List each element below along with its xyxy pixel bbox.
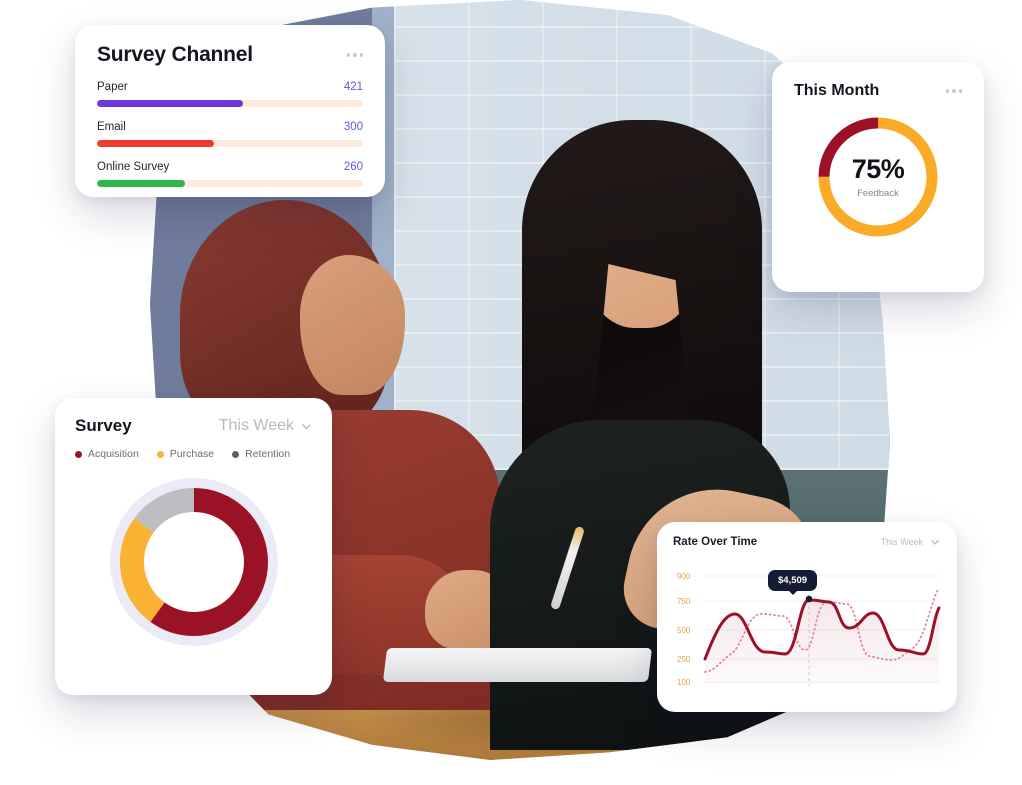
rate-period-dropdown[interactable]: This Week xyxy=(881,537,941,548)
channel-value: 260 xyxy=(343,161,363,173)
more-horizontal-icon[interactable] xyxy=(945,89,962,93)
this-month-title: This Month xyxy=(794,82,880,99)
channel-progress-fill xyxy=(97,180,185,187)
y-tick-900: 900 xyxy=(677,572,691,581)
chevron-down-icon xyxy=(930,537,941,548)
legend-dot-icon xyxy=(156,450,164,458)
laptop xyxy=(382,648,653,682)
survey-header: Survey This Week xyxy=(75,416,312,436)
rate-header: Rate Over Time This Week xyxy=(673,536,941,548)
dashboard-hero-composition: Survey Channel Paper 421 Email 300 Onlin… xyxy=(0,0,1022,785)
gauge-percent-label: 75% xyxy=(851,153,905,184)
legend-dot-icon xyxy=(75,450,82,458)
chevron-down-icon xyxy=(301,421,312,432)
channel-progress-track xyxy=(97,140,363,147)
channel-progress-track xyxy=(97,100,363,107)
channel-row-email: Email 300 xyxy=(97,121,363,147)
channel-label: Email xyxy=(97,121,126,133)
channel-label: Online Survey xyxy=(97,161,170,173)
tooltip-value: $4,509 xyxy=(778,575,808,586)
survey-period-dropdown[interactable]: This Week xyxy=(219,417,312,435)
channel-progress-fill xyxy=(97,140,215,147)
channel-progress-track xyxy=(97,180,363,187)
y-tick-100: 100 xyxy=(677,678,691,687)
legend-item-acquisition[interactable]: Acquisition xyxy=(75,448,139,460)
legend-item-retention[interactable]: Retention xyxy=(232,448,290,460)
legend-dot-icon xyxy=(232,450,240,458)
rate-line-chart: 900 750 500 250 100 $4,509 xyxy=(673,558,941,688)
gauge-sub-label: Feedback xyxy=(857,187,899,199)
legend-label: Purchase xyxy=(169,448,215,460)
survey-legend: Acquisition Purchase Retention xyxy=(75,448,312,460)
more-horizontal-icon[interactable] xyxy=(346,53,363,57)
survey-channel-title: Survey Channel xyxy=(97,43,253,66)
feedback-gauge-chart: 75% Feedback xyxy=(815,114,941,240)
y-tick-250: 250 xyxy=(677,655,691,664)
rate-title: Rate Over Time xyxy=(673,536,758,548)
survey-card: Survey This Week Acquisition Purchase Re… xyxy=(55,398,332,695)
legend-label: Acquisition xyxy=(88,448,139,460)
survey-channel-header: Survey Channel xyxy=(97,43,363,67)
survey-title: Survey xyxy=(75,416,132,435)
rate-period-label: This Week xyxy=(880,537,923,547)
value-tooltip: $4,509 xyxy=(768,570,818,591)
channel-value: 421 xyxy=(343,81,363,93)
channel-row-paper: Paper 421 xyxy=(97,81,363,107)
y-tick-750: 750 xyxy=(677,597,691,606)
highlight-point xyxy=(805,595,813,603)
y-axis-ticks: 900 750 500 250 100 xyxy=(677,572,691,687)
channel-label: Paper xyxy=(97,81,128,93)
channel-value: 300 xyxy=(343,121,363,133)
channel-progress-fill xyxy=(97,100,244,107)
survey-donut-chart xyxy=(106,474,282,650)
rate-over-time-card: Rate Over Time This Week 900 750 500 250… xyxy=(657,522,957,712)
series-current-area xyxy=(705,600,939,684)
survey-period-label: This Week xyxy=(218,417,294,434)
channel-row-online-survey: Online Survey 260 xyxy=(97,161,363,187)
legend-label: Retention xyxy=(245,448,291,460)
legend-item-purchase[interactable]: Purchase xyxy=(156,448,215,460)
this-month-header: This Month xyxy=(794,82,962,100)
this-month-card: This Month 75% Feedback xyxy=(772,62,984,292)
y-tick-500: 500 xyxy=(677,626,691,635)
survey-channel-card: Survey Channel Paper 421 Email 300 Onlin… xyxy=(75,25,385,197)
